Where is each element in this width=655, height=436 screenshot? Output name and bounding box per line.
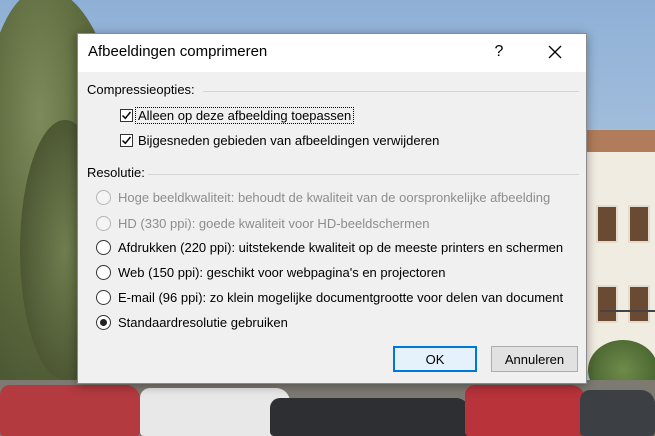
close-button[interactable] (540, 39, 570, 65)
resolution-option-label: HD (330 ppi): goede kwaliteit voor HD-be… (118, 216, 430, 231)
help-button[interactable]: ? (490, 40, 508, 64)
checkbox-box (120, 134, 133, 147)
radio-button (96, 290, 111, 305)
compression-options-heading: Compressieopties: (87, 82, 195, 97)
delete-cropped-areas-checkbox[interactable]: Bijgesneden gebieden van afbeeldingen ve… (120, 133, 439, 148)
close-icon (548, 45, 562, 59)
resolution-option-web[interactable]: Web (150 ppi): geschikt voor webpagina's… (96, 265, 445, 280)
resolution-option-label: Afdrukken (220 ppi): uitstekende kwalite… (118, 240, 564, 255)
cancel-button[interactable]: Annuleren (491, 346, 578, 372)
resolution-option-label: Standaardresolutie gebruiken (118, 315, 288, 330)
resolution-option-high-fidelity[interactable]: Hoge beeldkwaliteit: behoudt de kwalitei… (96, 190, 550, 205)
checkbox-box (120, 109, 133, 122)
checkmark-icon (121, 111, 132, 120)
delete-cropped-areas-label: Bijgesneden gebieden van afbeeldingen ve… (138, 133, 440, 148)
compression-options-divider (203, 91, 579, 92)
dialog-title: Afbeeldingen comprimeren (88, 43, 268, 60)
resolution-heading: Resolutie: (87, 165, 145, 180)
radio-button (96, 240, 111, 255)
resolution-option-label: Web (150 ppi): geschikt voor webpagina's… (118, 265, 446, 280)
resolution-option-email[interactable]: E-mail (96 ppi): zo klein mogelijke docu… (96, 290, 563, 305)
checkmark-icon (121, 136, 132, 145)
apply-only-this-picture-checkbox[interactable]: Alleen op deze afbeelding toepassen (120, 107, 355, 124)
resolution-option-print[interactable]: Afdrukken (220 ppi): uitstekende kwalite… (96, 240, 563, 255)
resolution-option-default[interactable]: Standaardresolutie gebruiken (96, 315, 288, 330)
resolution-option-hd[interactable]: HD (330 ppi): goede kwaliteit voor HD-be… (96, 216, 429, 231)
radio-button (96, 190, 111, 205)
radio-button (96, 216, 111, 231)
resolution-option-label: E-mail (96 ppi): zo klein mogelijke docu… (118, 290, 564, 305)
radio-button (96, 315, 111, 330)
compress-pictures-dialog: Afbeeldingen comprimeren ? Compressieopt… (77, 33, 587, 384)
resolution-option-label: Hoge beeldkwaliteit: behoudt de kwalitei… (118, 190, 551, 205)
apply-only-this-picture-label: Alleen op deze afbeelding toepassen (135, 107, 355, 124)
ok-button[interactable]: OK (393, 346, 477, 372)
resolution-divider (148, 174, 579, 175)
title-bar: Afbeeldingen comprimeren ? (78, 34, 586, 72)
radio-button (96, 265, 111, 280)
